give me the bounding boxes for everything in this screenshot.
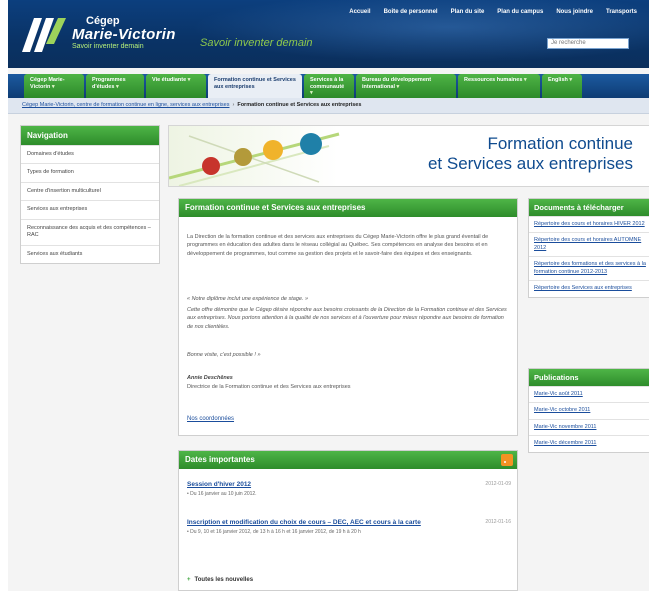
event-item: Session d'hiver 2012 2012-01-09 • Du 16 … bbox=[187, 481, 511, 497]
nav-item-developpement-international[interactable]: Bureau du développement international ▾ bbox=[356, 74, 456, 98]
top-link-nous-joindre[interactable]: Nous joindre bbox=[556, 9, 593, 15]
top-links: Accueil Boîte de personnel Plan du site … bbox=[349, 9, 637, 15]
publication-link[interactable]: Marie-Vic octobre 2011 bbox=[529, 402, 649, 418]
publication-link[interactable]: Marie-Vic décembre 2011 bbox=[529, 435, 649, 451]
breadcrumb-separator: › bbox=[232, 102, 235, 108]
all-news-link[interactable]: + Toutes les nouvelles bbox=[187, 577, 253, 583]
header-slogan: Savoir inventer demain bbox=[200, 37, 313, 49]
nav-label: Cégep Marie-Victorin bbox=[30, 77, 65, 90]
event-title-link[interactable]: Session d'hiver 2012 bbox=[187, 481, 511, 489]
page-banner: Formation continue et Services aux entre… bbox=[168, 125, 649, 187]
main-content: Formation continue et Services aux entre… bbox=[178, 198, 518, 436]
important-dates: Dates importantes Session d'hiver 2012 2… bbox=[178, 450, 518, 591]
download-link[interactable]: Répertoire des formations et des service… bbox=[529, 256, 649, 280]
sidebar-item-centre-insertion[interactable]: Centre d'insertion multiculturel bbox=[21, 181, 159, 200]
nav-label: Ressources humaines bbox=[464, 77, 523, 83]
plus-icon: + bbox=[187, 577, 191, 583]
sidebar-item-services-etudiants[interactable]: Services aux étudiants bbox=[21, 244, 159, 263]
chevron-down-icon: ▾ bbox=[115, 83, 119, 90]
breadcrumb-link[interactable]: Cégep Marie-Victorin, centre de formatio… bbox=[22, 102, 229, 108]
publications-heading: Publications bbox=[529, 369, 649, 386]
nav-item-formation-continue[interactable]: Formation continue et Services aux entre… bbox=[208, 74, 302, 98]
signature-name: Annie Deschênes bbox=[187, 375, 233, 381]
downloads-box: Documents à télécharger Répertoire des c… bbox=[528, 198, 649, 298]
event-item: Inscription et modification du choix de … bbox=[187, 519, 511, 535]
rss-icon[interactable] bbox=[501, 454, 513, 466]
signature-title: Directrice de la Formation continue et d… bbox=[187, 384, 351, 390]
quote-end: Bonne visite, c'est possible ! » bbox=[187, 352, 261, 358]
banner-molecules-image bbox=[169, 132, 340, 186]
nav-label: Programmes d'études bbox=[92, 77, 126, 90]
nav-item-cegep[interactable]: Cégep Marie-Victorin ▾ bbox=[24, 74, 84, 98]
banner-title-line2: et Services aux entreprises bbox=[427, 153, 633, 173]
download-link[interactable]: Répertoire des Services aux entreprises bbox=[529, 280, 649, 296]
intro-paragraph: La Direction de la formation continue et… bbox=[187, 234, 489, 257]
top-link-boite-personnel[interactable]: Boîte de personnel bbox=[384, 9, 438, 15]
nav-item-ressources-humaines[interactable]: Ressources humaines ▾ bbox=[458, 74, 540, 98]
college-logo-icon[interactable] bbox=[20, 14, 68, 54]
event-description: • Du 9, 10 et 16 janvier 2012, de 13 h à… bbox=[187, 529, 361, 536]
top-link-transports[interactable]: Transports bbox=[606, 9, 637, 15]
logo-name: Marie-Victorin bbox=[72, 26, 176, 43]
chevron-down-icon: ▾ bbox=[187, 77, 191, 83]
nav-item-services-communaute[interactable]: Services à la communauté ▾ bbox=[304, 74, 354, 98]
sidebar-item-services-entreprises[interactable]: Services aux entreprises bbox=[21, 200, 159, 218]
sidebar-navigation: Navigation Domaines d'études Types de fo… bbox=[20, 125, 160, 264]
nav-item-programmes[interactable]: Programmes d'études ▾ bbox=[86, 74, 144, 98]
content-heading: Formation continue et Services aux entre… bbox=[179, 199, 517, 217]
contact-link[interactable]: Nos coordonnées bbox=[187, 416, 234, 422]
publications-box: Publications Marie-Vic août 2011 Marie-V… bbox=[528, 368, 649, 453]
all-news-label: Toutes les nouvelles bbox=[194, 577, 254, 583]
top-link-accueil[interactable]: Accueil bbox=[349, 9, 370, 15]
nav-label: Services à la communauté bbox=[310, 77, 345, 90]
download-link[interactable]: Répertoire des cours et horaires HIVER 2… bbox=[529, 216, 649, 232]
chevron-down-icon: ▾ bbox=[396, 83, 400, 90]
nav-label: English bbox=[548, 77, 568, 83]
chevron-down-icon: ▾ bbox=[569, 77, 573, 83]
breadcrumb-current: Formation continue et Services aux entre… bbox=[237, 102, 362, 108]
sidebar-title: Navigation bbox=[21, 126, 159, 145]
nav-item-vie-etudiante[interactable]: Vie étudiante ▾ bbox=[146, 74, 206, 98]
download-link[interactable]: Répertoire des cours et horaires AUTOMNE… bbox=[529, 232, 649, 256]
top-link-plan-site[interactable]: Plan du site bbox=[451, 9, 485, 15]
page-frame: Accueil Boîte de personnel Plan du site … bbox=[8, 0, 649, 591]
sidebar-item-rac[interactable]: Reconnaissance des acquis et des compéte… bbox=[21, 218, 159, 245]
top-link-plan-campus[interactable]: Plan du campus bbox=[497, 9, 543, 15]
breadcrumb: Cégep Marie-Victorin, centre de formatio… bbox=[8, 98, 649, 114]
dates-heading: Dates importantes bbox=[179, 451, 517, 469]
chevron-down-icon: ▾ bbox=[310, 90, 313, 97]
main-nav: Cégep Marie-Victorin ▾ Programmes d'étud… bbox=[8, 74, 649, 98]
banner-title: Formation continue et Services aux entre… bbox=[428, 134, 633, 173]
publication-link[interactable]: Marie-Vic novembre 2011 bbox=[529, 418, 649, 435]
event-title-link[interactable]: Inscription et modification du choix de … bbox=[187, 519, 467, 527]
chevron-down-icon: ▾ bbox=[523, 77, 527, 83]
event-date: 2012-01-09 bbox=[485, 481, 511, 487]
nav-item-english[interactable]: English ▾ bbox=[542, 74, 582, 98]
sidebar-item-domaines[interactable]: Domaines d'études bbox=[21, 145, 159, 163]
event-description: • Du 16 janvier au 10 juin 2012. bbox=[187, 491, 257, 498]
event-date: 2012-01-16 bbox=[485, 519, 511, 525]
logo-tagline: Savoir inventer demain bbox=[72, 43, 144, 50]
chevron-down-icon: ▾ bbox=[51, 83, 55, 90]
search-input[interactable]: Je recherche bbox=[547, 38, 629, 49]
sidebar-item-types-formation[interactable]: Types de formation bbox=[21, 163, 159, 181]
downloads-heading: Documents à télécharger bbox=[529, 199, 649, 216]
publication-link[interactable]: Marie-Vic août 2011 bbox=[529, 386, 649, 402]
banner-title-line1: Formation continue bbox=[487, 134, 633, 153]
quote-line: « Notre diplôme inclut une expérience de… bbox=[187, 296, 309, 302]
nav-label: Vie étudiante bbox=[152, 77, 187, 83]
site-header: Accueil Boîte de personnel Plan du site … bbox=[8, 0, 649, 68]
nav-label: Formation continue et Services aux entre… bbox=[214, 77, 296, 90]
body-paragraph: Cette offre démontre que le Cégep désire… bbox=[187, 307, 507, 330]
college-logo-text[interactable]: Cégep Marie-Victorin Savoir inventer dem… bbox=[72, 16, 176, 51]
